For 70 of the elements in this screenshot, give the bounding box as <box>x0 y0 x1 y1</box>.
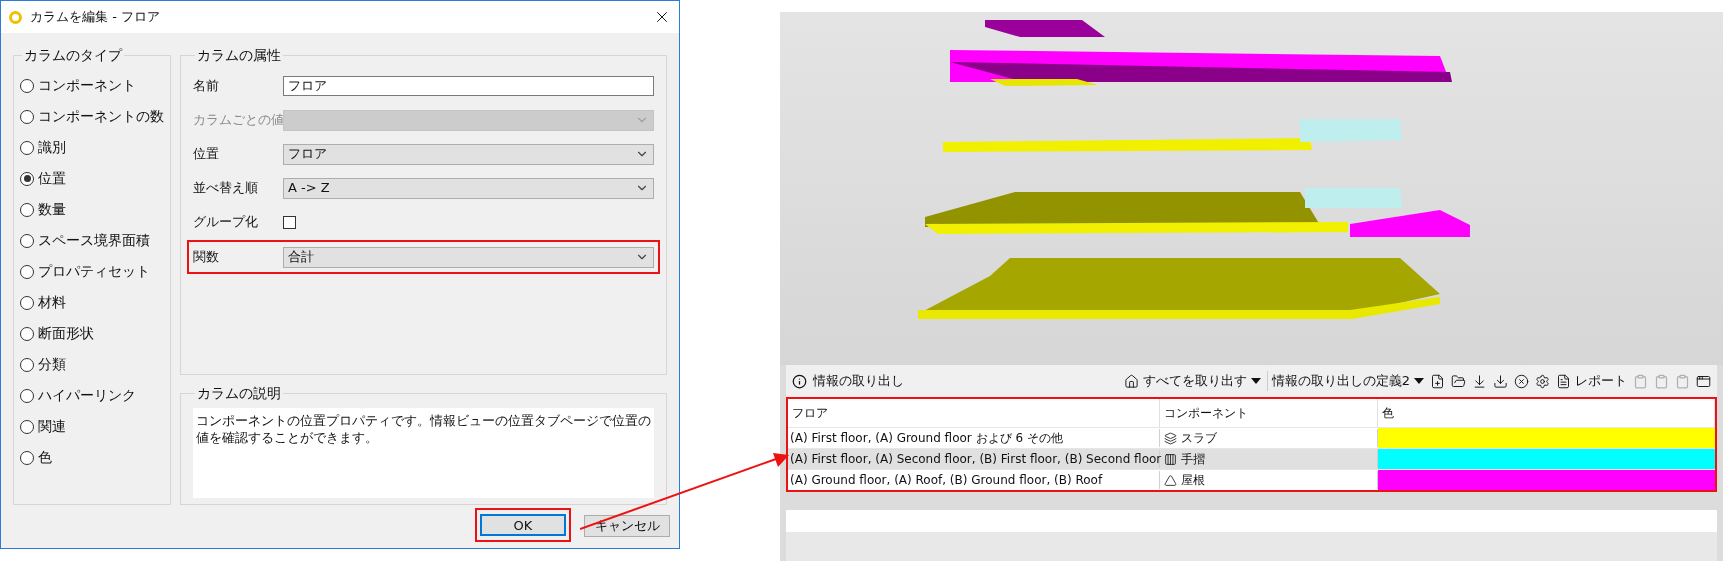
radio-label: 関連 <box>38 417 66 436</box>
radio-label: スペース境界面積 <box>38 231 150 250</box>
close-circle-icon[interactable] <box>1514 373 1529 389</box>
radio-button[interactable] <box>20 419 34 434</box>
extract-all-button[interactable]: すべてを取り出す <box>1123 371 1261 391</box>
folder-icon[interactable] <box>1451 373 1466 389</box>
table-cell: (A) First floor, (A) Ground floor および 6 その他 <box>788 429 1160 447</box>
field-label: グループ化 <box>193 213 259 232</box>
slab-icon <box>1164 431 1177 445</box>
group-title: カラムの属性 <box>196 46 282 65</box>
radio-button[interactable] <box>20 450 34 465</box>
dropdown[interactable]: 合計 <box>283 246 654 268</box>
radio-label: 数量 <box>38 200 66 219</box>
radio-button[interactable] <box>20 295 34 310</box>
dialog-button[interactable]: キャンセル <box>584 514 670 537</box>
field-label: 位置 <box>193 145 220 164</box>
checkbox[interactable] <box>283 215 296 229</box>
radio-button[interactable] <box>20 171 34 186</box>
radio-label: 色 <box>38 448 52 467</box>
component-name: 屋根 <box>1181 472 1205 489</box>
house-icon <box>1123 373 1139 389</box>
dialog-button[interactable]: OK <box>480 514 566 536</box>
text-field[interactable]: フロア <box>283 76 654 96</box>
component-name: スラブ <box>1181 430 1217 447</box>
document-icon <box>1556 373 1571 389</box>
clipboard-icon[interactable] <box>1654 373 1669 389</box>
group-title: カラムの説明 <box>196 384 282 403</box>
field-label: 並べ替え順 <box>193 179 259 198</box>
window-title: カラムを編集 - フロア <box>30 8 161 27</box>
radio-button[interactable] <box>20 357 34 372</box>
dropdown[interactable]: フロア <box>283 143 654 165</box>
description-text: コンポーネントの位置プロパティです。情報ビューの位置タブページで位置の値を確認することができます。 <box>193 408 654 498</box>
field-label: 関数 <box>193 248 220 267</box>
panel-title: 情報の取り出し <box>813 372 905 391</box>
radio-label: 断面形状 <box>38 324 94 343</box>
radio-button[interactable] <box>20 233 34 248</box>
radio-label: コンポーネントの数 <box>38 107 164 126</box>
field-label: 名前 <box>193 77 220 96</box>
radio-button[interactable] <box>20 326 34 341</box>
definition-dropdown[interactable]: 情報の取り出しの定義2 <box>1266 371 1424 391</box>
field-label: カラムごとの値 <box>193 111 283 130</box>
table-cell: (A) Ground floor, (A) Roof, (B) Ground floor, (B) Roof <box>788 471 1160 489</box>
radio-button[interactable] <box>20 140 34 155</box>
radio-button[interactable] <box>20 202 34 217</box>
radio-button[interactable] <box>20 109 34 124</box>
radio-button[interactable] <box>20 78 34 93</box>
radio-label: 識別 <box>38 138 66 157</box>
radio-button[interactable] <box>20 264 34 279</box>
radio-button[interactable] <box>20 388 34 403</box>
radio-label: 材料 <box>38 293 66 312</box>
radio-label: プロパティセット <box>38 262 150 281</box>
group-title: カラムのタイプ <box>23 46 124 65</box>
settings-icon[interactable] <box>1535 373 1550 389</box>
radio-label: 位置 <box>38 169 66 188</box>
component-name: 手摺 <box>1181 451 1205 468</box>
clipboard-icon[interactable] <box>1675 373 1690 389</box>
download-icon[interactable] <box>1472 373 1487 389</box>
dropdown[interactable]: A -> Z <box>283 177 654 199</box>
radio-label: 分類 <box>38 355 66 374</box>
new-file-icon[interactable] <box>1430 373 1445 389</box>
window-icon[interactable] <box>1696 373 1711 389</box>
download-tray-icon[interactable] <box>1493 373 1508 389</box>
radio-label: ハイパーリンク <box>38 386 136 405</box>
report-button[interactable]: レポート <box>1556 371 1627 391</box>
info-icon <box>792 373 807 389</box>
radio-label: コンポーネント <box>38 76 136 95</box>
roof-icon <box>1164 473 1177 487</box>
clipboard-icon[interactable] <box>1633 373 1648 389</box>
railing-icon <box>1164 452 1177 466</box>
ring-icon <box>9 10 22 24</box>
